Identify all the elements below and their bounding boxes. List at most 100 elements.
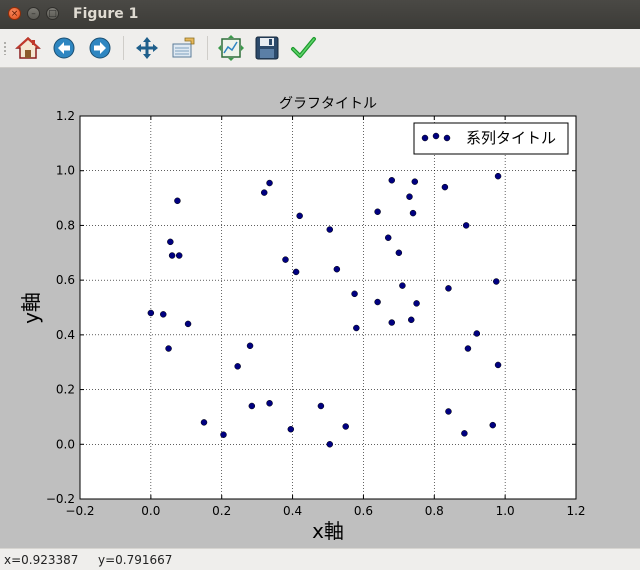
scatter-point	[353, 324, 360, 332]
scatter-point	[326, 226, 334, 233]
scatter-point	[494, 361, 502, 369]
forward-button[interactable]	[86, 34, 114, 62]
home-icon	[15, 36, 41, 59]
window-minimize-button[interactable]: –	[27, 7, 40, 20]
x-tick-label: 0.4	[283, 504, 302, 518]
scatter-point	[408, 316, 415, 324]
toolbar-separator	[207, 36, 208, 60]
scatter-chart: −0.2 0.0 0.2 0.4 0.6 0.8 1.0 1.2 −0.2 0.0 0.2 0.4 0…	[0, 68, 640, 548]
toolbar-grip[interactable]	[3, 41, 7, 55]
scatter-point	[342, 423, 349, 430]
x-tick-label: −0.2	[65, 504, 94, 518]
y-tick-label: 1.0	[56, 164, 75, 178]
edit-button[interactable]	[289, 34, 317, 62]
scatter-point	[248, 402, 256, 410]
scatter-point	[409, 209, 417, 217]
y-tick-label: 0.4	[56, 328, 75, 342]
toolbar	[0, 29, 640, 68]
scatter-point	[494, 172, 502, 180]
x-tick-label: 0.6	[354, 504, 373, 518]
scatter-point	[464, 345, 472, 352]
scatter-point	[292, 268, 300, 276]
scatter-point	[413, 300, 420, 307]
back-button[interactable]	[50, 34, 78, 62]
y-tick-label: 0.6	[56, 273, 75, 287]
legend-marker	[432, 132, 440, 140]
scatter-point	[168, 252, 176, 259]
x-tick-label: 1.2	[566, 504, 585, 518]
floppy-save-icon	[255, 36, 279, 60]
back-arrow-icon	[53, 37, 75, 59]
y-tick-label: −0.2	[46, 492, 75, 506]
status-bar: x=0.923387 y=0.791667	[0, 548, 640, 570]
zoom-button[interactable]	[169, 34, 197, 62]
scatter-point	[266, 179, 273, 187]
y-tick-label: 0.2	[56, 383, 75, 397]
scatter-point	[266, 400, 273, 407]
scatter-point	[445, 408, 452, 415]
window-title: Figure 1	[73, 6, 139, 22]
scatter-point	[260, 189, 268, 196]
scatter-point	[147, 309, 155, 317]
scatter-point	[184, 320, 192, 328]
scatter-point	[200, 419, 208, 426]
cursor-x-readout: x=0.923387	[4, 553, 79, 567]
scatter-point	[167, 238, 174, 246]
x-axis-label: x軸	[312, 519, 344, 543]
scatter-point	[461, 430, 468, 437]
scatter-point	[234, 363, 241, 370]
y-tick-label: 0.0	[56, 437, 75, 451]
scatter-point	[388, 319, 396, 326]
scatter-point	[388, 177, 396, 184]
save-button[interactable]	[253, 34, 281, 62]
legend: 系列タイトル	[413, 122, 569, 155]
subplots-config-icon	[218, 35, 244, 61]
window-titlebar: × – □ Figure 1	[0, 0, 640, 29]
checkmark-edit-icon	[291, 37, 316, 58]
scatter-point	[384, 234, 392, 241]
scatter-point	[165, 345, 172, 352]
window-close-button[interactable]: ×	[8, 7, 21, 20]
scatter-point	[411, 178, 419, 185]
legend-label: 系列タイトル	[466, 129, 556, 147]
legend-marker	[443, 134, 451, 142]
figure-canvas[interactable]: −0.2 0.0 0.2 0.4 0.6 0.8 1.0 1.2 −0.2 0.0 0.2 0.4 0…	[0, 68, 640, 548]
y-axis-label: y軸	[19, 292, 43, 324]
scatter-point	[175, 252, 183, 259]
scatter-point	[287, 425, 295, 433]
scatter-point	[317, 402, 325, 410]
scatter-point	[493, 278, 500, 285]
scatter-point	[489, 421, 496, 429]
home-button[interactable]	[14, 34, 42, 62]
scatter-point	[160, 311, 167, 318]
zoom-rect-icon	[172, 37, 195, 58]
scatter-point	[174, 197, 181, 205]
scatter-point	[406, 193, 413, 200]
scatter-point	[220, 431, 227, 438]
legend-marker	[421, 134, 429, 142]
scatter-point	[351, 290, 358, 298]
scatter-point	[326, 441, 334, 448]
chart-title: グラフタイトル	[279, 96, 377, 112]
scatter-point	[395, 249, 403, 257]
y-tick-label: 1.2	[56, 109, 75, 123]
scatter-point	[282, 256, 289, 263]
scatter-point	[462, 222, 470, 229]
x-tick-label: 0.0	[141, 504, 160, 518]
subplots-button[interactable]	[217, 34, 245, 62]
window-maximize-button[interactable]: □	[46, 7, 59, 20]
scatter-point	[296, 212, 303, 220]
scatter-point	[399, 282, 406, 289]
scatter-point	[473, 330, 481, 337]
pan-button[interactable]	[133, 34, 161, 62]
cursor-y-readout: y=0.791667	[98, 553, 173, 567]
scatter-point	[374, 298, 381, 306]
scatter-point	[246, 342, 254, 350]
x-tick-label: 0.2	[212, 504, 231, 518]
axes-background	[80, 116, 576, 499]
pan-move-icon	[136, 37, 158, 59]
x-tick-label: 0.8	[425, 504, 444, 518]
scatter-point	[445, 285, 452, 292]
scatter-point	[441, 183, 449, 191]
y-tick-label: 0.8	[56, 218, 75, 232]
